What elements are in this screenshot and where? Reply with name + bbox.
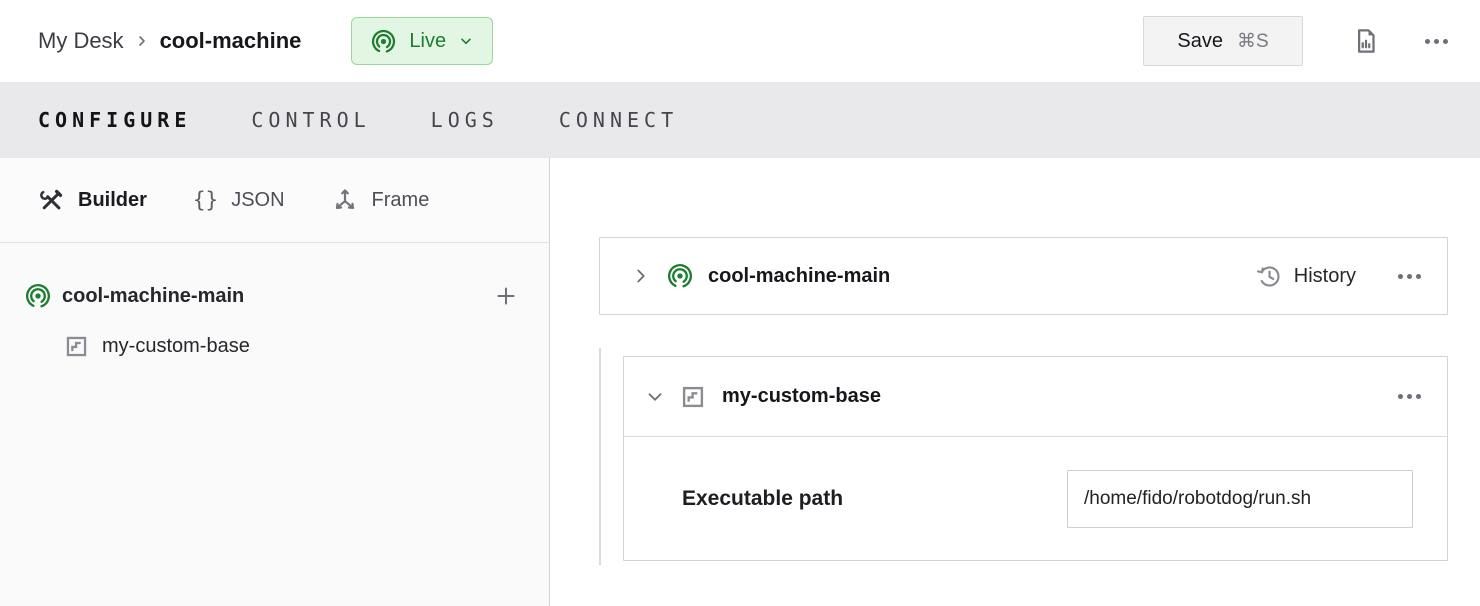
breadcrumb-machine-name: cool-machine xyxy=(160,28,302,54)
machine-nav-tabs: CONFIGURE CONTROL LOGS CONNECT xyxy=(0,82,1480,158)
part-card-menu-button[interactable] xyxy=(1398,274,1421,279)
base-icon xyxy=(64,334,89,359)
component-card: my-custom-base Executable path xyxy=(623,356,1448,561)
live-status-dropdown[interactable]: Live xyxy=(351,17,493,65)
collapse-chevron-down-icon[interactable] xyxy=(644,386,666,408)
save-button-label: Save xyxy=(1177,30,1223,53)
frame-axes-icon xyxy=(331,186,359,214)
broadcast-icon xyxy=(666,262,694,290)
tree-item-label: cool-machine-main xyxy=(62,285,244,308)
top-header: My Desk cool-machine Live Save ⌘S xyxy=(0,0,1480,82)
chevron-right-icon xyxy=(134,33,150,49)
save-button[interactable]: Save ⌘S xyxy=(1143,16,1303,66)
braces-icon: {} xyxy=(193,188,218,212)
add-component-button[interactable] xyxy=(493,283,519,309)
tab-logs[interactable]: LOGS xyxy=(431,108,499,132)
machine-config-page: My Desk cool-machine Live Save ⌘S xyxy=(0,0,1480,606)
chevron-down-icon xyxy=(458,33,474,49)
config-main-panel: cool-machine-main History xyxy=(550,158,1480,606)
mode-tab-json[interactable]: {} JSON xyxy=(193,188,285,212)
broadcast-icon xyxy=(370,28,397,55)
live-status-label: Live xyxy=(409,30,446,53)
document-chart-icon xyxy=(1351,26,1381,56)
component-card-body: Executable path xyxy=(624,437,1447,560)
mode-tab-json-label: JSON xyxy=(231,189,284,212)
mode-tab-frame[interactable]: Frame xyxy=(331,186,430,214)
part-card-title: cool-machine-main xyxy=(708,265,890,288)
mode-tab-builder[interactable]: Builder xyxy=(38,187,147,214)
tree-connector-line xyxy=(599,348,601,565)
config-sidebar: Builder {} JSON Frame xyxy=(0,158,550,606)
executable-path-label: Executable path xyxy=(682,487,843,511)
component-card-menu-button[interactable] xyxy=(1398,394,1421,399)
history-clock-icon xyxy=(1256,263,1283,290)
header-overflow-menu-button[interactable] xyxy=(1425,39,1448,44)
tab-configure[interactable]: CONFIGURE xyxy=(38,108,191,132)
ellipsis-icon xyxy=(1425,39,1448,44)
broadcast-icon xyxy=(24,282,52,310)
expand-chevron-right-icon[interactable] xyxy=(630,265,652,287)
tree-item-label: my-custom-base xyxy=(102,335,250,358)
history-button-label: History xyxy=(1294,265,1356,288)
component-card-title: my-custom-base xyxy=(722,385,881,408)
ellipsis-icon xyxy=(1398,394,1421,399)
base-icon xyxy=(680,384,706,410)
breadcrumb-parent[interactable]: My Desk xyxy=(38,28,124,54)
part-card: cool-machine-main History xyxy=(599,237,1448,315)
component-card-header: my-custom-base xyxy=(624,357,1447,437)
tab-control[interactable]: CONTROL xyxy=(251,108,370,132)
mode-tab-frame-label: Frame xyxy=(372,189,430,212)
machine-report-button[interactable] xyxy=(1351,26,1381,56)
executable-path-input[interactable] xyxy=(1067,470,1413,528)
hammer-wrench-icon xyxy=(38,187,65,214)
configure-content: Builder {} JSON Frame xyxy=(0,158,1480,606)
config-mode-tabs: Builder {} JSON Frame xyxy=(0,158,549,243)
tab-connect[interactable]: CONNECT xyxy=(559,108,678,132)
ellipsis-icon xyxy=(1398,274,1421,279)
history-button[interactable]: History xyxy=(1256,263,1356,290)
tree-item-component[interactable]: my-custom-base xyxy=(0,321,549,371)
machine-parts-tree: cool-machine-main my-custom-base xyxy=(0,243,549,371)
save-shortcut-hint: ⌘S xyxy=(1237,30,1269,53)
mode-tab-builder-label: Builder xyxy=(78,189,147,212)
tree-item-machine-part[interactable]: cool-machine-main xyxy=(0,271,549,321)
